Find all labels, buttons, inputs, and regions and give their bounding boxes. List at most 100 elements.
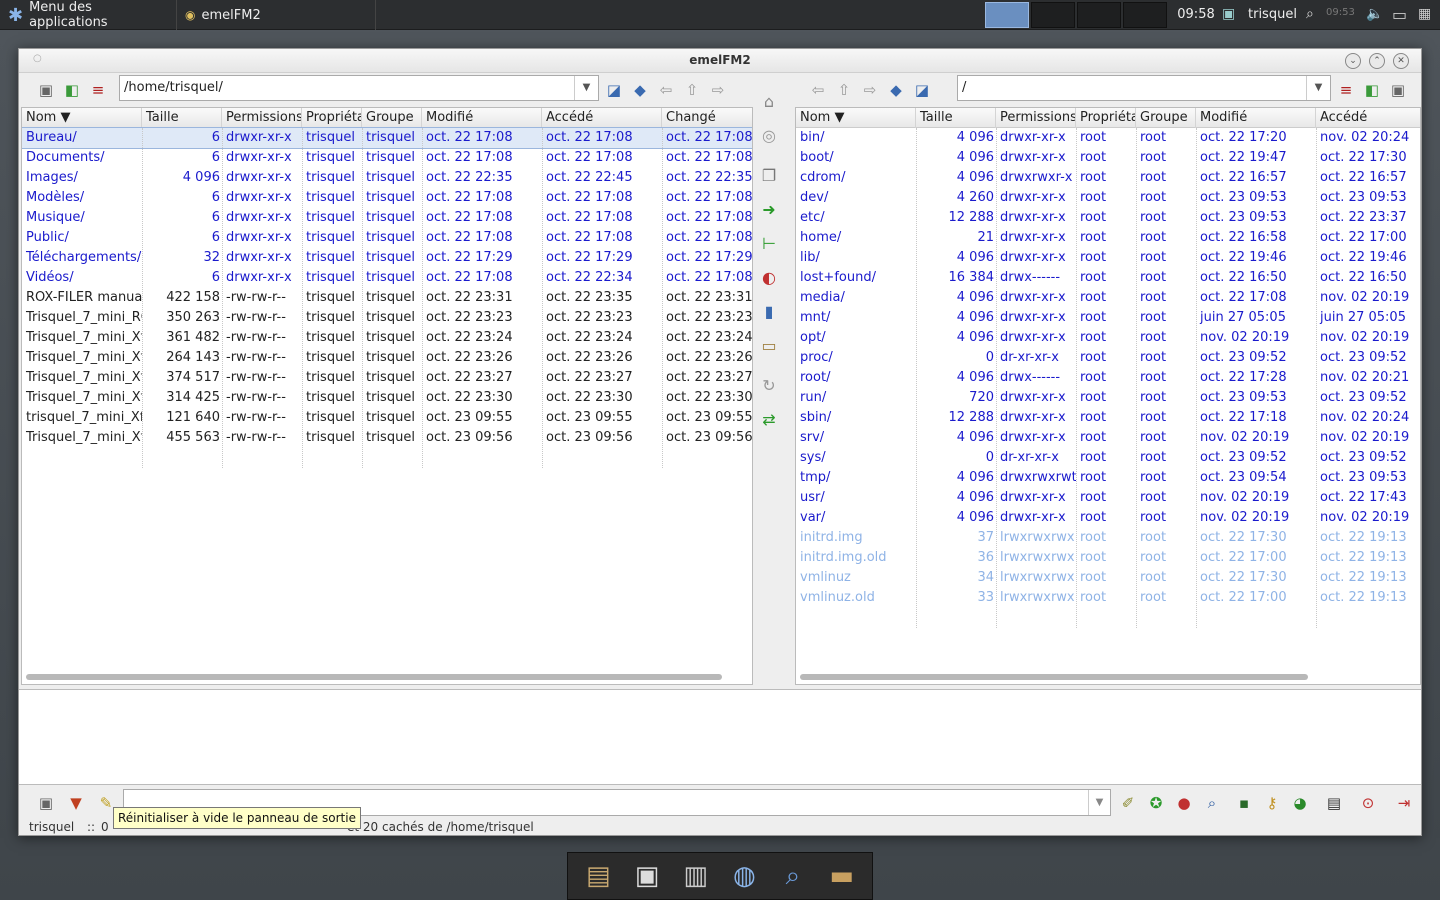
left-filter-icon[interactable]: ≡ — [85, 77, 111, 103]
left-path-dropdown[interactable]: ▼ — [574, 76, 598, 100]
right-file-row[interactable]: home/21 drwxr-xr-x root root oct. 22 16:58 oc… — [796, 228, 1420, 248]
workspace-4[interactable] — [1123, 2, 1167, 28]
left-hidden-files-icon[interactable]: ◧ — [59, 77, 85, 103]
file-cabinet-icon[interactable]: ▥ — [677, 857, 715, 895]
left-file-row[interactable]: Vidéos/6 drwxr-xr-x trisquel trisquel oct. 2… — [22, 268, 752, 288]
right-file-row[interactable]: initrd.img.old 36 lrwxrwxrwx root root oct. 2… — [796, 548, 1420, 568]
copy-icon[interactable]: ❐ — [757, 163, 781, 187]
disc-icon[interactable]: ◎ — [757, 123, 781, 147]
left-toggle-panes-icon[interactable]: ▣ — [33, 77, 59, 103]
colors-icon[interactable]: ● — [1171, 790, 1197, 816]
left-file-row[interactable]: trisquel_7_mini_Xfce 121 640 -rw-rw-r-- tri… — [22, 408, 752, 428]
right-file-row[interactable]: proc/0 dr-xr-xr-x root root oct. 23 09:52 oct… — [796, 348, 1420, 368]
help-icon[interactable]: ⊙ — [1355, 790, 1381, 816]
left-file-row[interactable]: Documents/6 drwxr-xr-x trisquel trisquel oct… — [22, 148, 752, 168]
right-file-row[interactable]: usr/4 096 drwxr-xr-x root root nov. 02 20:19… — [796, 488, 1420, 508]
web-browser-icon[interactable]: ◍ — [725, 857, 763, 895]
left-file-row[interactable]: Trisquel_7_mini_Xfce 264 143 -rw-rw-r-- tri… — [22, 348, 752, 368]
output-panel[interactable] — [19, 689, 1421, 785]
left-file-row[interactable]: ROX-FILER manual.p 422 158 -rw-rw-r-- trisq… — [22, 288, 752, 308]
move-icon[interactable]: ➜ — [757, 197, 781, 221]
trash-icon[interactable]: ▮ — [757, 299, 781, 323]
workspace-1[interactable] — [985, 2, 1029, 28]
right-back-icon[interactable]: ⇦ — [805, 77, 831, 103]
applications-menu-button[interactable]: ✱ Menu des applications — [0, 0, 172, 30]
right-file-row[interactable]: lost+found/16 384 drwx------ root root oct. … — [796, 268, 1420, 288]
config-icon[interactable]: ▤ — [1321, 790, 1347, 816]
network-icon[interactable]: ▭ — [1392, 5, 1407, 24]
right-file-row[interactable]: root/4 096 drwx------ root root oct. 22 17:2… — [796, 368, 1420, 388]
right-refresh-icon[interactable]: ◆ — [883, 77, 909, 103]
right-column-header-5[interactable]: Modifié — [1196, 108, 1316, 128]
maximize-button[interactable]: ⌃ — [1369, 53, 1385, 69]
right-column-header-4[interactable]: Groupe — [1136, 108, 1196, 128]
right-file-row[interactable]: dev/4 260 drwxr-xr-x root root oct. 23 09:53… — [796, 188, 1420, 208]
volume-icon[interactable]: 🔈 — [1366, 6, 1383, 22]
right-file-row[interactable]: sbin/12 288 drwxr-xr-x root root oct. 22 17:… — [796, 408, 1420, 428]
toggle-output-icon[interactable]: ▣ — [33, 790, 59, 816]
left-file-row[interactable]: Public/6 drwxr-xr-x trisquel trisquel oct. 2… — [22, 228, 752, 248]
terminal-icon[interactable]: ▪ — [1231, 790, 1257, 816]
right-column-header-2[interactable]: Permissions — [996, 108, 1076, 128]
terminal-dock-icon[interactable]: ▣ — [628, 857, 666, 895]
left-column-header-6[interactable]: Accédé — [542, 108, 662, 128]
right-toggle-panes-icon[interactable]: ▣ — [1385, 77, 1411, 103]
right-file-row[interactable]: run/720 drwxr-xr-x root root oct. 23 09:53 oc… — [796, 388, 1420, 408]
left-forward-icon[interactable]: ⇨ — [705, 77, 731, 103]
right-column-header-3[interactable]: Propriétai — [1076, 108, 1136, 128]
left-column-header-2[interactable]: Permissions — [222, 108, 302, 128]
right-filter-icon[interactable]: ≡ — [1333, 77, 1359, 103]
left-file-row[interactable]: Trisquel_7_mini_Xfce 455 563 -rw-rw-r-- tri… — [22, 428, 752, 448]
right-file-row[interactable]: vmlinuz.old 33 lrwxrwxrwx root root oct. 22 1… — [796, 588, 1420, 608]
symlink-icon[interactable]: ⊢ — [757, 231, 781, 255]
left-file-row[interactable]: Trisquel_7_mini_ROX 350 263 -rw-rw-r-- tris… — [22, 308, 752, 328]
right-file-row[interactable]: var/4 096 drwxr-xr-x root root nov. 02 20:19… — [796, 508, 1420, 528]
left-bookmarks-icon[interactable]: ◪ — [601, 77, 627, 103]
left-file-pane[interactable]: Nom ▼TaillePermissionsPropriétaiGroupeMo… — [21, 107, 753, 685]
right-file-row[interactable]: opt/4 096 drwxr-xr-x root root nov. 02 20:19… — [796, 328, 1420, 348]
right-file-row[interactable]: tmp/4 096 drwxrwxrwt root root oct. 23 09:54… — [796, 468, 1420, 488]
quit-icon[interactable]: ⇥ — [1391, 790, 1417, 816]
right-file-row[interactable]: srv/4 096 drwxr-xr-x root root nov. 02 20:19… — [796, 428, 1420, 448]
left-column-header-7[interactable]: Changé — [662, 108, 752, 128]
edit-icon[interactable]: ✐ — [1115, 790, 1141, 816]
right-file-row[interactable]: initrd.img 37 lrwxrwxrwx root root oct. 22 17… — [796, 528, 1420, 548]
right-file-pane[interactable]: Nom ▼TaillePermissionsPropriétaiGroupeMo… — [795, 107, 1421, 685]
search-dock-icon[interactable]: ⌕ — [774, 857, 812, 895]
home-icon[interactable]: ⌂ — [757, 89, 781, 113]
right-column-header-0[interactable]: Nom ▼ — [796, 108, 916, 128]
left-file-row[interactable]: Trisquel_7_mini_Xfce 374 517 -rw-rw-r-- tri… — [22, 368, 752, 388]
right-file-row[interactable]: lib/4 096 drwxr-xr-x root root oct. 22 19:46… — [796, 248, 1420, 268]
user-switch-icon[interactable]: ▣ — [1222, 6, 1235, 22]
right-bookmarks-icon[interactable]: ◪ — [909, 77, 935, 103]
panel-clock[interactable]: 09:58 — [1176, 0, 1216, 30]
close-button[interactable]: ✕ — [1393, 53, 1409, 69]
left-column-header-0[interactable]: Nom ▼ — [22, 108, 142, 128]
left-horizontal-scrollbar[interactable] — [26, 674, 722, 680]
left-file-row[interactable]: Musique/6 drwxr-xr-x trisquel trisquel oct. … — [22, 208, 752, 228]
left-refresh-icon[interactable]: ◆ — [627, 77, 653, 103]
bookmark-command-icon[interactable]: ▼ — [63, 790, 89, 816]
sync-icon[interactable]: ↻ — [757, 373, 781, 397]
panel-user-name[interactable]: trisquel — [1248, 0, 1297, 30]
command-history-dropdown[interactable]: ▼ — [1088, 790, 1110, 815]
home-folder-icon[interactable]: ▤ — [579, 857, 617, 895]
taskbar-emelfm2-button[interactable]: ◉ emelFM2 — [176, 0, 376, 30]
right-column-header-6[interactable]: Accédé — [1316, 108, 1420, 128]
right-file-row[interactable]: mnt/4 096 drwxr-xr-x root root juin 27 05:05… — [796, 308, 1420, 328]
left-file-row[interactable]: Trisquel_7_mini_Xfce 361 482 -rw-rw-r-- tri… — [22, 328, 752, 348]
right-path-dropdown[interactable]: ▼ — [1306, 76, 1330, 100]
right-file-row[interactable]: vmlinuz 34 lrwxrwxrwx root root oct. 22 17:30… — [796, 568, 1420, 588]
swap-panes-icon[interactable]: ⇄ — [757, 407, 781, 431]
window-titlebar[interactable]: ○ emelFM2 ⌄ ⌃ ✕ — [19, 49, 1421, 73]
minimize-button[interactable]: ⌄ — [1345, 53, 1361, 69]
left-file-row[interactable]: Images/4 096 drwxr-xr-x trisquel trisquel oc… — [22, 168, 752, 188]
right-horizontal-scrollbar[interactable] — [800, 674, 1308, 680]
right-forward-icon[interactable]: ⇨ — [857, 77, 883, 103]
left-column-header-4[interactable]: Groupe — [362, 108, 422, 128]
permissions-icon[interactable]: ◐ — [757, 265, 781, 289]
left-up-icon[interactable]: ⇧ — [679, 77, 705, 103]
left-back-icon[interactable]: ⇦ — [653, 77, 679, 103]
plugin-icon[interactable]: ◕ — [1287, 790, 1313, 816]
right-file-row[interactable]: etc/12 288 drwxr-xr-x root root oct. 23 09:5… — [796, 208, 1420, 228]
